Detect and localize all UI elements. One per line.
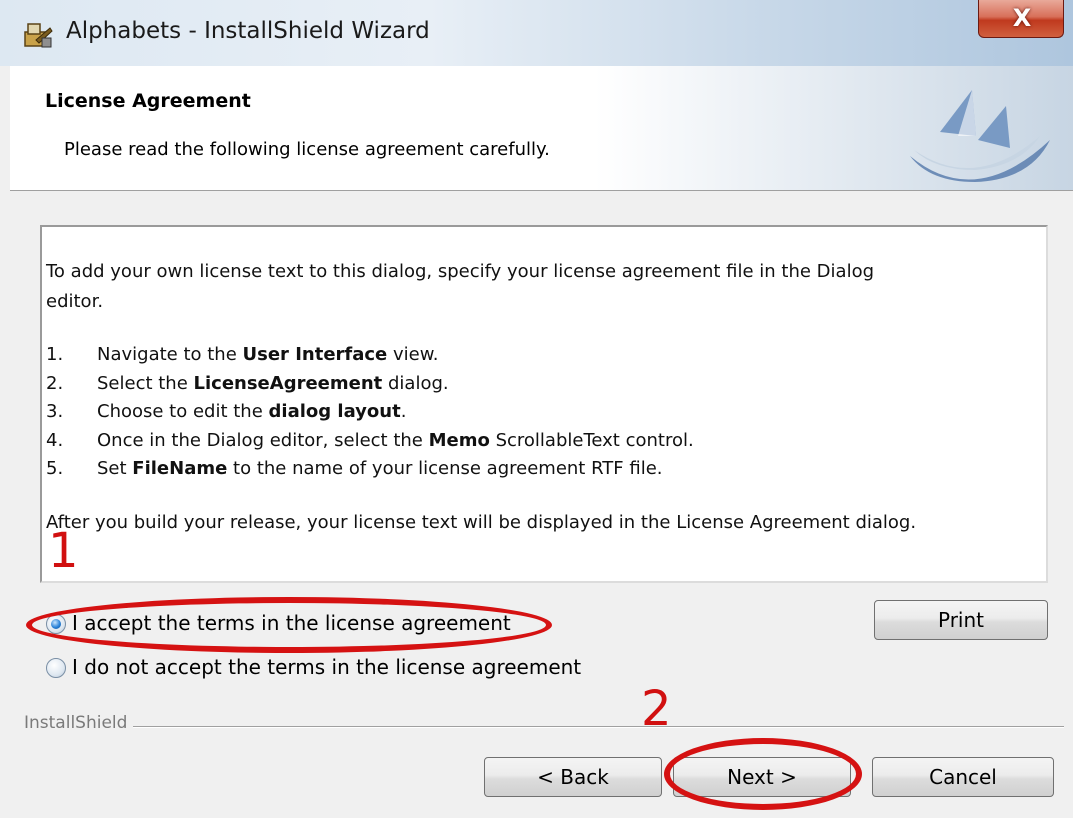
step-3: Choose to edit the dialog layout. bbox=[97, 401, 407, 422]
print-button[interactable]: Print bbox=[874, 600, 1048, 640]
title-bar[interactable]: Alphabets - InstallShield Wizard X bbox=[0, 0, 1073, 66]
annotation-marker-1: 1 bbox=[48, 523, 79, 579]
step-2-number: 2. bbox=[46, 373, 64, 394]
decline-radio-label[interactable]: I do not accept the terms in the license… bbox=[72, 655, 581, 679]
step-5-number: 5. bbox=[46, 458, 64, 479]
license-intro-cont: editor. bbox=[46, 291, 104, 312]
annotation-highlight-next bbox=[664, 738, 862, 810]
license-intro: To add your own license text to this dia… bbox=[46, 261, 875, 282]
close-icon: X bbox=[1012, 4, 1032, 32]
annotation-highlight-accept bbox=[26, 597, 552, 653]
step-5: Set FileName to the name of your license… bbox=[97, 458, 663, 479]
step-3-number: 3. bbox=[46, 401, 64, 422]
step-1: Navigate to the User Interface view. bbox=[97, 344, 439, 365]
installer-app-icon bbox=[24, 23, 53, 48]
step-4-number: 4. bbox=[46, 430, 64, 451]
installshield-logo-icon bbox=[910, 90, 1050, 182]
cancel-button[interactable]: Cancel bbox=[872, 757, 1054, 797]
installshield-brand-label: InstallShield bbox=[24, 713, 134, 733]
decline-radio[interactable] bbox=[46, 658, 66, 678]
page-subtitle: Please read the following license agreem… bbox=[64, 139, 550, 160]
step-4: Once in the Dialog editor, select the Me… bbox=[97, 430, 694, 451]
installshield-wizard-window: Alphabets - InstallShield Wizard X Licen… bbox=[0, 0, 1073, 818]
page-title: License Agreement bbox=[45, 90, 251, 112]
window-title: Alphabets - InstallShield Wizard bbox=[66, 18, 430, 44]
step-2: Select the LicenseAgreement dialog. bbox=[97, 373, 449, 394]
back-button[interactable]: < Back bbox=[484, 757, 662, 797]
step-1-number: 1. bbox=[46, 344, 64, 365]
close-button[interactable]: X bbox=[978, 0, 1064, 38]
license-outro: After you build your release, your licen… bbox=[46, 512, 917, 533]
license-text-box[interactable]: To add your own license text to this dia… bbox=[40, 225, 1048, 583]
footer-divider bbox=[24, 726, 1064, 728]
annotation-marker-2: 2 bbox=[641, 681, 672, 737]
